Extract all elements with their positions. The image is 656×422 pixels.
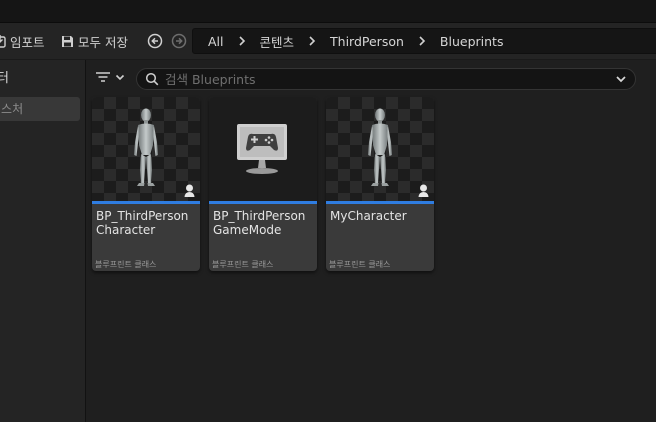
import-label: 임포트 bbox=[10, 34, 45, 50]
chevron-down-icon[interactable] bbox=[615, 73, 627, 85]
filter-panel-header: 필터 bbox=[0, 71, 9, 86]
content-browser-toolbar: 임포트 모두 저장 All 콘텐츠 ThirdPerson Blueprints bbox=[0, 23, 656, 59]
asset-type-accent-bar bbox=[209, 201, 317, 204]
filter-dropdown-button[interactable] bbox=[95, 70, 126, 84]
title-strip bbox=[0, 0, 656, 23]
chevron-right-icon[interactable] bbox=[416, 35, 428, 47]
search-icon bbox=[145, 72, 159, 86]
import-icon bbox=[0, 35, 6, 48]
chevron-right-icon[interactable] bbox=[306, 35, 318, 47]
asset-tile-mycharacter[interactable]: MyCharacter 블루프린트 클래스 bbox=[326, 97, 434, 271]
asset-name: BP_ThirdPerson Character bbox=[96, 209, 189, 237]
asset-name: BP_ThirdPerson GameMode bbox=[213, 209, 306, 237]
character-class-icon bbox=[418, 184, 429, 197]
filter-icon bbox=[96, 72, 110, 82]
character-class-icon bbox=[184, 184, 195, 197]
asset-name: MyCharacter bbox=[330, 209, 407, 223]
asset-type-label: 블루프린트 클래스 bbox=[95, 260, 157, 269]
asset-tile-bp-thirdperson-gamemode[interactable]: BP_ThirdPerson GameMode 블루프린트 클래스 bbox=[209, 97, 317, 271]
breadcrumb-blueprints[interactable]: Blueprints bbox=[440, 34, 504, 49]
breadcrumb: All 콘텐츠 ThirdPerson Blueprints bbox=[192, 28, 656, 54]
asset-type-label: 블루프린트 클래스 bbox=[329, 260, 391, 269]
filter-item-texture[interactable]: 텍스처 bbox=[0, 97, 80, 121]
save-all-label: 모두 저장 bbox=[78, 34, 128, 50]
asset-type-accent-bar bbox=[326, 201, 434, 204]
breadcrumb-all[interactable]: All bbox=[208, 34, 224, 49]
filter-panel: 필터 텍스처 bbox=[0, 60, 86, 422]
breadcrumb-content[interactable]: 콘텐츠 bbox=[260, 32, 295, 51]
asset-tile-bp-thirdperson-character[interactable]: BP_ThirdPerson Character 블루프린트 클래스 bbox=[92, 97, 200, 271]
asset-thumbnail bbox=[209, 97, 317, 201]
save-all-button[interactable]: 모두 저장 bbox=[61, 32, 128, 50]
search-input[interactable] bbox=[165, 71, 595, 87]
save-icon bbox=[62, 35, 73, 47]
import-button[interactable]: 임포트 bbox=[0, 32, 45, 50]
asset-type-label: 블루프린트 클래스 bbox=[212, 260, 274, 269]
chevron-right-icon[interactable] bbox=[236, 35, 248, 47]
asset-view: BP_ThirdPerson Character 블루프린트 클래스 BP_Th… bbox=[86, 60, 656, 422]
gamemode-monitor-icon bbox=[237, 124, 287, 174]
chevron-down-icon bbox=[115, 74, 125, 81]
back-arrow-icon[interactable] bbox=[147, 33, 163, 49]
search-bar[interactable] bbox=[136, 68, 636, 90]
forward-arrow-icon[interactable] bbox=[171, 33, 187, 49]
asset-type-accent-bar bbox=[92, 201, 200, 204]
breadcrumb-thirdperson[interactable]: ThirdPerson bbox=[330, 34, 404, 49]
